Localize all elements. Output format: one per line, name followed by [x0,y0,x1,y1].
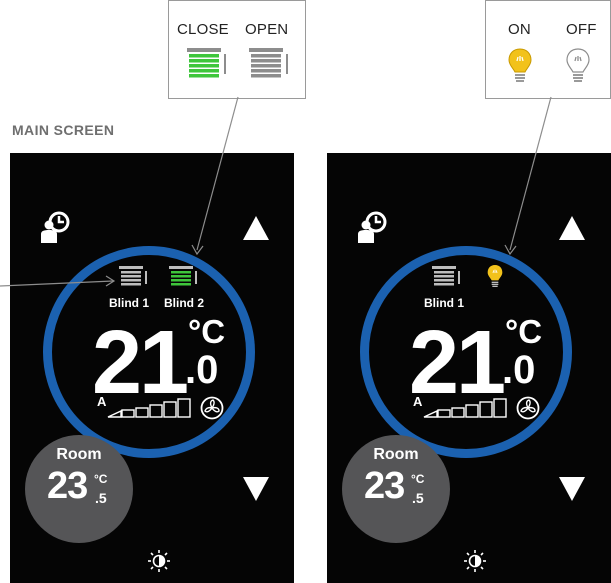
blind-open-icon [249,48,288,78]
light-legend: ON OFF [485,0,611,99]
blind-legend: CLOSE OPEN [168,0,306,99]
fan-auto-label: A [413,394,423,409]
fan-auto-label: A [97,394,107,409]
room-temperature-display: Room 23 °C .5 [342,435,450,543]
light-off-label: OFF [566,21,597,38]
main-screen-label: MAIN SCREEN [12,122,115,138]
setpoint-value: 21 [409,313,506,413]
blind-open-label: OPEN [245,21,289,38]
fan-speed-bars-icon[interactable] [107,398,191,418]
room-temp-unit: °C [94,472,108,486]
blind-closed-icon [187,48,226,78]
brightness-icon[interactable] [147,549,171,573]
blind-1-label: Blind 1 [424,296,465,310]
decrease-setpoint-button[interactable] [559,477,585,501]
blind-1-open-icon[interactable] [432,266,462,288]
room-label: Room [373,446,419,463]
fan-icon[interactable] [200,396,224,420]
thermostat-screen-light: Blind 1 21 °C .0 A Room 23 °C .5 [327,153,611,583]
bulb-on-icon[interactable] [487,263,503,291]
blind-close-label: CLOSE [177,21,229,38]
thermostat-screen-blinds: Blind 1 Blind 2 21 °C .0 A Room 23 °C .5 [10,153,294,583]
bulb-off-icon [566,48,590,82]
blind-1-open-icon[interactable] [119,266,149,288]
light-on-label: ON [508,21,531,38]
bulb-on-icon [508,48,532,82]
room-temp-decimal: .5 [95,490,107,506]
blind-2-closed-icon[interactable] [169,266,199,288]
room-label: Room [56,446,102,463]
room-temp-value: 23 [47,465,88,507]
increase-setpoint-button[interactable] [243,216,269,240]
setpoint-decimal: .0 [185,348,219,392]
increase-setpoint-button[interactable] [559,216,585,240]
fan-speed-bars-icon[interactable] [423,398,507,418]
blind-2-label: Blind 2 [164,296,205,310]
setpoint-unit: °C [505,313,543,350]
schedule-user-icon[interactable] [39,210,73,244]
setpoint-decimal: .0 [502,348,536,392]
setpoint-unit: °C [188,313,226,350]
schedule-user-icon[interactable] [356,210,390,244]
room-temperature-display: Room 23 °C .5 [25,435,133,543]
room-temp-decimal: .5 [412,490,424,506]
room-temp-value: 23 [364,465,405,507]
blind-1-label: Blind 1 [109,296,150,310]
fan-icon[interactable] [516,396,540,420]
room-temp-unit: °C [411,472,425,486]
decrease-setpoint-button[interactable] [243,477,269,501]
brightness-icon[interactable] [463,549,487,573]
